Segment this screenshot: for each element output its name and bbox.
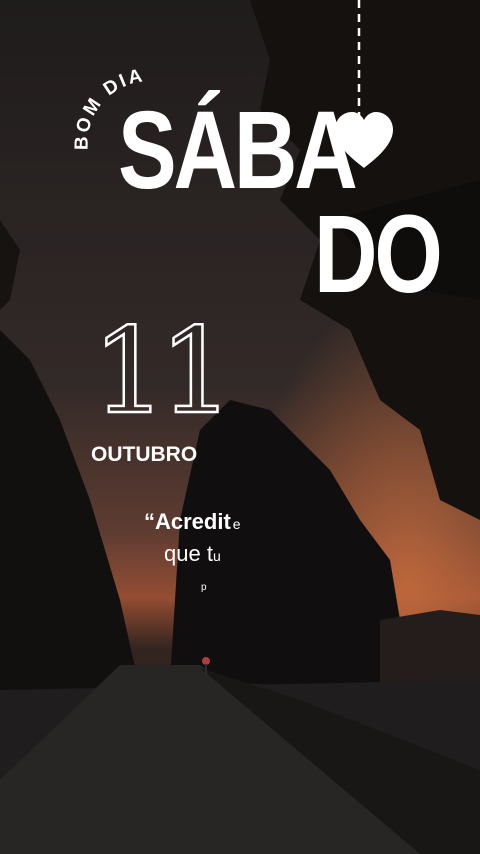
quote-line-2: que tu: [164, 541, 221, 567]
quote-line-1-tail: e: [232, 516, 241, 532]
weekday-part1: SÁBA: [118, 89, 358, 212]
day-number: 11: [91, 302, 236, 440]
story-canvas: BOM DIA SÁBA DO 11 OUTUBRO “Acredit e que…: [0, 0, 480, 854]
quote-line-2-main: que t: [164, 541, 213, 566]
weekday-part2: DO: [314, 193, 443, 316]
quote-line-1: “Acredit e: [144, 509, 241, 535]
quote-line-2-tail: u: [212, 548, 221, 564]
quote-line-1-main: “Acredit: [144, 509, 231, 534]
month-label: OUTUBRO: [91, 443, 198, 466]
quote-line-3: p: [201, 582, 207, 593]
